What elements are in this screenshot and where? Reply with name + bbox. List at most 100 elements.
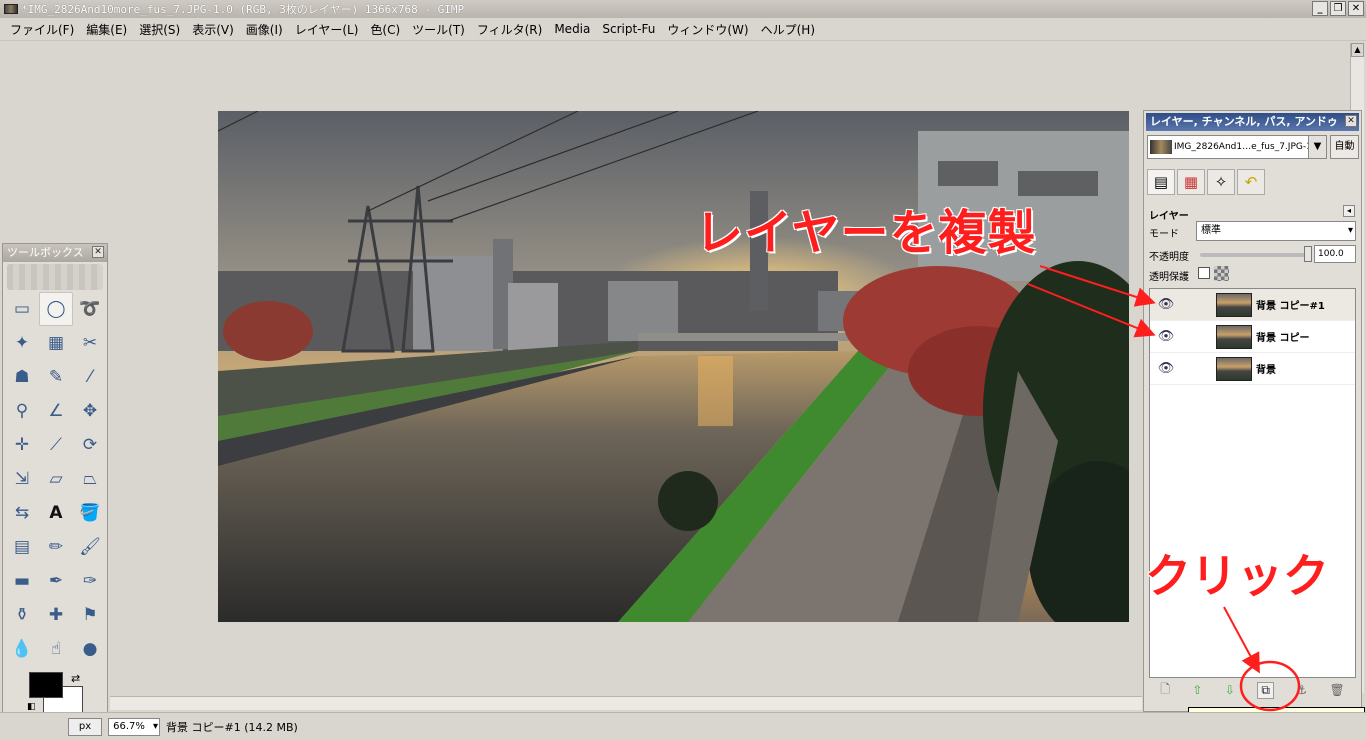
- ink-icon[interactable]: ✑: [73, 564, 107, 598]
- blend-icon[interactable]: ▤: [5, 530, 39, 564]
- airbrush-icon[interactable]: ✒: [39, 564, 73, 598]
- blur-icon[interactable]: 💧: [5, 632, 39, 666]
- dodge-burn-icon[interactable]: ●: [73, 632, 107, 666]
- smudge-icon[interactable]: ☝: [39, 632, 73, 666]
- horizontal-scrollbar[interactable]: [110, 696, 1142, 710]
- image-selector[interactable]: IMG_2826And1…e_fus_7.JPG-1 ▼: [1147, 135, 1327, 159]
- toolbox-title: ツールボックス: [7, 246, 84, 259]
- eye-icon[interactable]: 👁: [1150, 297, 1182, 312]
- foreground-select-icon[interactable]: ☗: [5, 360, 39, 394]
- layer-row[interactable]: 👁 背景: [1150, 353, 1355, 385]
- menu-file[interactable]: ファイル(F): [4, 21, 80, 38]
- paths-icon[interactable]: ✎: [39, 360, 73, 394]
- layer-name: 背景 コピー: [1256, 333, 1310, 344]
- opacity-slider[interactable]: [1200, 253, 1310, 257]
- rotate-icon[interactable]: ⟳: [73, 428, 107, 462]
- mode-label: モード: [1149, 229, 1179, 240]
- clone-icon[interactable]: ⚱: [5, 598, 39, 632]
- new-layer-icon[interactable]: 🗋: [1160, 680, 1170, 701]
- raise-layer-icon[interactable]: ⇧: [1192, 683, 1202, 697]
- layer-buttons: 🗋 ⇧ ⇩ ⧉ ⚓ 🗑: [1149, 679, 1356, 701]
- paintbrush-icon[interactable]: 🖌: [73, 530, 107, 564]
- text-icon[interactable]: A: [39, 496, 73, 530]
- dock-titlebar: レイヤー, チャンネル, パス, アンドゥ ✕: [1146, 113, 1359, 131]
- reset-colors-icon[interactable]: ◧: [27, 702, 36, 712]
- menu-media[interactable]: Media: [548, 22, 596, 36]
- color-picker-icon[interactable]: ⁄: [73, 360, 107, 394]
- free-select-icon[interactable]: ➰: [73, 292, 107, 326]
- minimize-button[interactable]: _: [1312, 1, 1328, 16]
- photo-image: [218, 111, 1129, 622]
- menu-help[interactable]: ヘルプ(H): [755, 21, 821, 38]
- tab-layers-icon[interactable]: ▤: [1147, 169, 1175, 195]
- tab-undo-icon[interactable]: ↶: [1237, 169, 1265, 195]
- auto-button[interactable]: 自動: [1330, 135, 1359, 159]
- maximize-button[interactable]: ❐: [1330, 1, 1346, 16]
- layer-row[interactable]: 👁 背景 コピー: [1150, 321, 1355, 353]
- unit-select[interactable]: px: [68, 717, 102, 736]
- menu-image[interactable]: 画像(I): [240, 21, 289, 38]
- eraser-icon[interactable]: ▬: [5, 564, 39, 598]
- image-selector-label: IMG_2826And1…e_fus_7.JPG-1: [1174, 142, 1312, 152]
- color-swatches[interactable]: ⇄ ◧: [27, 672, 85, 716]
- menu-edit[interactable]: 編集(E): [80, 21, 133, 38]
- opacity-slider-handle[interactable]: [1304, 246, 1312, 262]
- select-by-color-icon[interactable]: ▦: [39, 326, 73, 360]
- menu-windows[interactable]: ウィンドウ(W): [661, 21, 754, 38]
- mode-select[interactable]: 標準: [1196, 221, 1356, 241]
- shear-icon[interactable]: ▱: [39, 462, 73, 496]
- dock-close-button[interactable]: ✕: [1345, 115, 1357, 127]
- layer-row-selected[interactable]: 👁 背景 コピー#1: [1150, 289, 1355, 321]
- rect-select-icon[interactable]: ▭: [5, 292, 39, 326]
- window-title: *IMG_2826And10more_fus_7.JPG-1.0 (RGB, 3…: [21, 3, 465, 16]
- menu-select[interactable]: 選択(S): [133, 21, 186, 38]
- menu-view[interactable]: 表示(V): [186, 21, 240, 38]
- lower-layer-icon[interactable]: ⇩: [1225, 683, 1235, 697]
- annotation-duplicate-layer: レイヤーを複製: [695, 205, 1037, 261]
- swap-colors-icon[interactable]: ⇄: [71, 672, 80, 685]
- ellipse-select-icon[interactable]: ◯: [39, 292, 73, 326]
- panel-menu-icon[interactable]: ◂: [1343, 205, 1355, 217]
- flip-icon[interactable]: ⇆: [5, 496, 39, 530]
- scroll-up-arrow-icon[interactable]: ▲: [1351, 43, 1364, 57]
- tab-channels-icon[interactable]: ▦: [1177, 169, 1205, 195]
- move-icon[interactable]: ✥: [73, 394, 107, 428]
- bucket-fill-icon[interactable]: 🪣: [73, 496, 107, 530]
- chevron-down-icon[interactable]: ▼: [1308, 136, 1326, 158]
- zoom-select[interactable]: 66.7%: [108, 717, 160, 736]
- opacity-value-field[interactable]: 100.0: [1314, 245, 1356, 263]
- perspective-clone-icon[interactable]: ⚑: [73, 598, 107, 632]
- menu-bar: ファイル(F) 編集(E) 選択(S) 表示(V) 画像(I) レイヤー(L) …: [0, 18, 1366, 41]
- fuzzy-select-icon[interactable]: ✦: [5, 326, 39, 360]
- crop-icon[interactable]: ⟋: [39, 428, 73, 462]
- measure-icon[interactable]: ∠: [39, 394, 73, 428]
- scale-icon[interactable]: ⇲: [5, 462, 39, 496]
- lock-alpha-checkbox[interactable]: [1198, 267, 1210, 279]
- lock-alpha-label: 透明保護: [1149, 272, 1189, 283]
- tab-paths-icon[interactable]: ✧: [1207, 169, 1235, 195]
- delete-layer-icon[interactable]: 🗑: [1330, 683, 1345, 697]
- layer-name: 背景: [1256, 365, 1276, 376]
- menu-script-fu[interactable]: Script-Fu: [596, 22, 661, 36]
- menu-filters[interactable]: フィルタ(R): [471, 21, 548, 38]
- perspective-icon[interactable]: ⏢: [73, 462, 107, 496]
- toolbox-close-button[interactable]: ✕: [92, 246, 104, 258]
- menu-layer[interactable]: レイヤー(L): [289, 21, 365, 38]
- foreground-color-swatch[interactable]: [29, 672, 63, 698]
- menu-colors[interactable]: 色(C): [364, 21, 406, 38]
- zoom-icon[interactable]: ⚲: [5, 394, 39, 428]
- eye-icon[interactable]: 👁: [1150, 361, 1182, 376]
- image-canvas[interactable]: [218, 111, 1129, 622]
- eye-icon[interactable]: 👁: [1150, 329, 1182, 344]
- align-icon[interactable]: ✛: [5, 428, 39, 462]
- menu-tools[interactable]: ツール(T): [406, 21, 471, 38]
- heal-icon[interactable]: ✚: [39, 598, 73, 632]
- close-button[interactable]: ✕: [1348, 1, 1364, 16]
- layer-list[interactable]: 👁 背景 コピー#1 👁 背景 コピー 👁 背景: [1149, 288, 1356, 678]
- wilber-drop-area[interactable]: [7, 264, 103, 290]
- duplicate-layer-icon[interactable]: ⧉: [1257, 681, 1274, 699]
- anchor-layer-icon[interactable]: ⚓: [1296, 683, 1307, 697]
- pencil-icon[interactable]: ✏: [39, 530, 73, 564]
- toolbox-window: ツールボックス ✕ ▭ ◯ ➰ ✦ ▦ ✂ ☗ ✎ ⁄ ⚲ ∠ ✥ ✛ ⟋ ⟳ …: [2, 243, 108, 716]
- scissors-icon[interactable]: ✂: [73, 326, 107, 360]
